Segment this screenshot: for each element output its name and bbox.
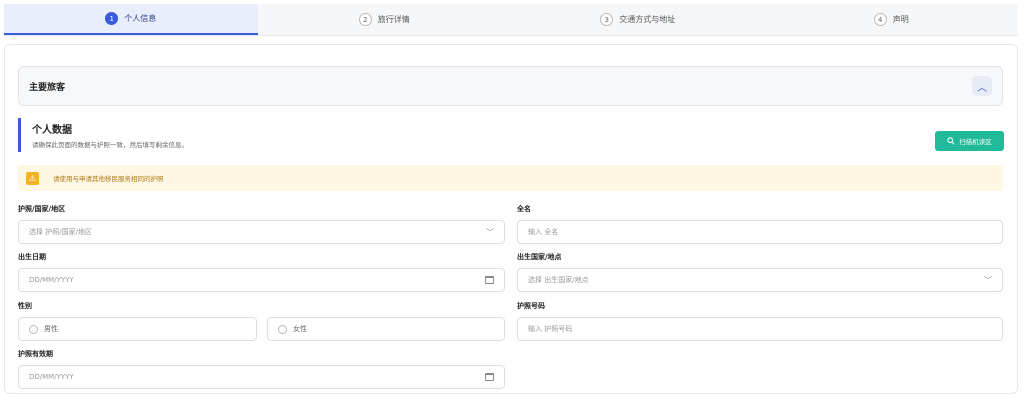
input-placeholder: DD/MM/YYYY (29, 276, 74, 284)
input-placeholder: 输入 全名 (528, 228, 559, 236)
select-placeholder: 选择 出生国家/地点 (528, 276, 589, 284)
progress-stepper: 1 个人信息 2 旅行详情 3 交通方式与地址 4 声明 (4, 4, 1018, 36)
radio-label: 女性 (293, 325, 307, 333)
section-accent-bar (18, 118, 21, 152)
input-placeholder: DD/MM/YYYY (29, 373, 74, 381)
passport-notice: ⚠ 请使用与申请其他移民服务相同的护照 (18, 165, 1003, 191)
radio-button[interactable] (29, 324, 38, 334)
select-placeholder: 选择 护照/国家/地区 (29, 228, 92, 236)
step-travel-details[interactable]: 2 旅行详情 (258, 4, 512, 35)
gender-female-option[interactable]: 女性 (267, 317, 505, 341)
gender-male-option[interactable]: 男性 (18, 317, 257, 341)
radio-label: 男性 (44, 325, 58, 333)
birth-date-label: 出生日期 (18, 253, 46, 261)
section-title: 个人数据 (32, 125, 72, 136)
passport-expiry-input[interactable]: DD/MM/YYYY (18, 365, 505, 389)
scan-button-label: 扫描机读区 (959, 138, 992, 146)
section-subtitle: 请确保此页面的数据与护照一致，然后填写剩余信息。 (32, 141, 188, 149)
chevron-down-icon: ﹀ (984, 275, 992, 285)
full-name-label: 全名 (517, 205, 531, 213)
collapse-button[interactable]: ︿ (972, 76, 992, 96)
passport-expiry-label: 护照有效期 (18, 350, 53, 358)
notice-text: 请使用与申请其他移民服务相同的护照 (53, 175, 164, 183)
passport-country-select[interactable]: 选择 护照/国家/地区 ﹀ (18, 220, 505, 244)
step-label: 个人信息 (124, 14, 157, 23)
step-declaration[interactable]: 4 声明 (765, 4, 1019, 35)
scan-mrz-button[interactable]: 扫描机读区 (935, 131, 1004, 151)
radio-button[interactable] (278, 324, 287, 334)
step-transport-address[interactable]: 3 交通方式与地址 (511, 4, 765, 35)
step-label: 声明 (892, 15, 909, 24)
calendar-icon[interactable] (485, 373, 494, 381)
gender-label: 性别 (18, 302, 32, 310)
step-number: 4 (873, 13, 887, 26)
step-number: 1 (105, 12, 119, 25)
main-traveler-panel-header[interactable]: 主要旅客 ︿ (18, 66, 1003, 106)
chevron-up-icon: ︿ (977, 82, 987, 94)
full-name-input[interactable]: 输入 全名 (517, 220, 1003, 244)
step-label: 旅行详情 (377, 15, 410, 24)
warning-icon: ⚠ (26, 171, 39, 185)
step-personal-info[interactable]: 1 个人信息 (4, 4, 258, 35)
step-number: 3 (600, 13, 614, 26)
passport-country-label: 护照/国家/地区 (18, 205, 66, 213)
passport-number-label: 护照号码 (517, 302, 545, 310)
panel-title: 主要旅客 (29, 82, 66, 93)
input-placeholder: 输入 护照号码 (528, 325, 573, 333)
birth-country-select[interactable]: 选择 出生国家/地点 ﹀ (517, 268, 1003, 292)
search-icon (947, 137, 955, 145)
calendar-icon[interactable] (485, 276, 494, 284)
birth-country-label: 出生国家/地点 (517, 253, 562, 261)
birth-date-input[interactable]: DD/MM/YYYY (18, 268, 505, 292)
step-number: 2 (358, 13, 372, 26)
passport-number-input[interactable]: 输入 护照号码 (517, 317, 1003, 341)
chevron-down-icon: ﹀ (486, 227, 494, 237)
step-label: 交通方式与地址 (619, 15, 676, 24)
